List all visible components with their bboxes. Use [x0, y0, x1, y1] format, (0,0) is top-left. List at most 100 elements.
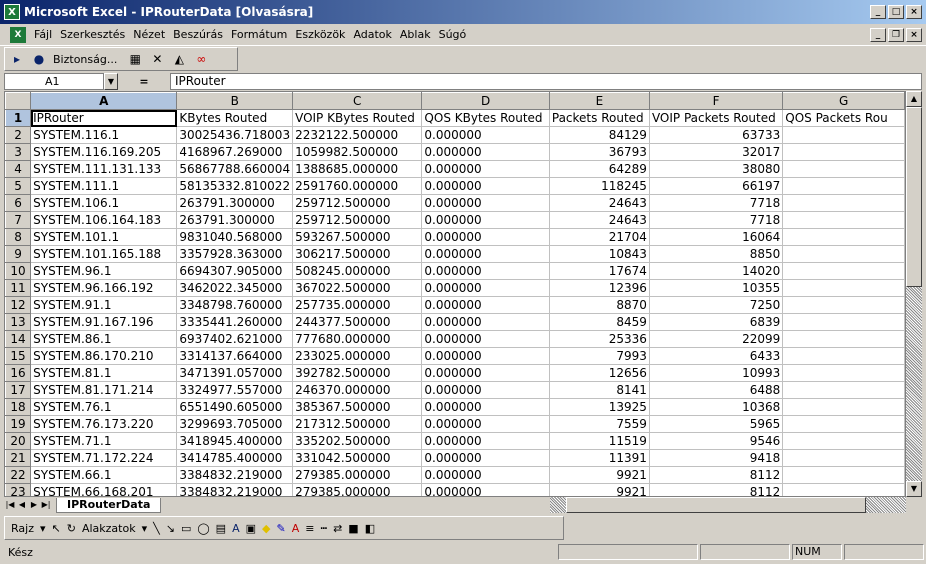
- cell[interactable]: SYSTEM.66.168.201: [30, 483, 178, 496]
- cell[interactable]: 263791.300000: [176, 194, 294, 212]
- cell[interactable]: 30025436.718003: [176, 126, 294, 144]
- vertical-scroll-track[interactable]: [906, 287, 922, 481]
- rotate-icon[interactable]: ↻: [67, 522, 76, 535]
- cell[interactable]: 22099: [648, 330, 784, 348]
- cell[interactable]: SYSTEM.71.172.224: [30, 449, 178, 467]
- cell[interactable]: SYSTEM.101.165.188: [30, 245, 178, 263]
- row-header[interactable]: 6: [5, 194, 32, 212]
- cell[interactable]: 13925: [548, 398, 650, 416]
- dash-style-icon[interactable]: ┅: [320, 522, 327, 535]
- fill-color-icon[interactable]: ◆: [262, 522, 270, 535]
- column-header-f[interactable]: F: [648, 92, 784, 110]
- cell[interactable]: 14020: [648, 262, 784, 280]
- cell[interactable]: 263791.300000: [176, 211, 294, 229]
- cell[interactable]: SYSTEM.86.1: [30, 330, 178, 348]
- cell[interactable]: 0.000000: [421, 466, 550, 484]
- line-color-icon[interactable]: ✎: [276, 522, 285, 535]
- 3d-icon[interactable]: ◧: [365, 522, 375, 535]
- cell[interactable]: SYSTEM.66.1: [30, 466, 178, 484]
- cell[interactable]: 3462022.345000: [176, 279, 294, 297]
- cell[interactable]: [782, 296, 905, 314]
- cell[interactable]: 118245: [548, 177, 650, 195]
- cell[interactable]: [782, 449, 905, 467]
- cell[interactable]: 392782.500000: [292, 364, 423, 382]
- cell[interactable]: 7250: [648, 296, 784, 314]
- cell[interactable]: SYSTEM.101.1: [30, 228, 178, 246]
- arrow-style-icon[interactable]: ⇄: [333, 522, 342, 535]
- row-header[interactable]: 14: [5, 330, 32, 348]
- doc-restore-button[interactable]: ❐: [888, 27, 904, 42]
- cell[interactable]: 7718: [648, 194, 784, 212]
- oval-icon[interactable]: ◯: [197, 522, 209, 535]
- cell[interactable]: Packets Routed: [548, 109, 650, 127]
- cell[interactable]: QOS Packets Rou: [782, 109, 905, 127]
- toolbar-arrow-icon[interactable]: ▸: [9, 51, 25, 67]
- cell[interactable]: 3299693.705000: [176, 415, 294, 433]
- properties-icon[interactable]: ▦: [127, 51, 143, 67]
- row-header[interactable]: 10: [5, 262, 32, 280]
- cell[interactable]: 6433: [648, 347, 784, 365]
- scroll-down-icon[interactable]: ▼: [906, 481, 922, 497]
- vertical-scrollbar[interactable]: ▲ ▼: [906, 91, 922, 497]
- row-header[interactable]: 8: [5, 228, 32, 246]
- cell[interactable]: 25336: [548, 330, 650, 348]
- cell[interactable]: 0.000000: [421, 126, 550, 144]
- menu-data[interactable]: Adatok: [349, 28, 395, 41]
- cell[interactable]: 0.000000: [421, 262, 550, 280]
- cell[interactable]: 259712.500000: [292, 211, 423, 229]
- horizontal-scroll-thumb[interactable]: [566, 497, 866, 513]
- menu-view[interactable]: Nézet: [129, 28, 169, 41]
- textbox-icon[interactable]: ▤: [216, 522, 226, 535]
- cell[interactable]: 0.000000: [421, 211, 550, 229]
- cell[interactable]: 0.000000: [421, 177, 550, 195]
- cell[interactable]: 3384832.219000: [176, 483, 294, 496]
- cell[interactable]: [782, 177, 905, 195]
- cell[interactable]: 335202.500000: [292, 432, 423, 450]
- cell[interactable]: 63733: [648, 126, 784, 144]
- cell[interactable]: 0.000000: [421, 483, 550, 496]
- cell[interactable]: 217312.500000: [292, 415, 423, 433]
- line-icon[interactable]: ╲: [153, 522, 160, 535]
- row-header[interactable]: 20: [5, 432, 32, 450]
- clipart-icon[interactable]: ▣: [246, 522, 256, 535]
- cell[interactable]: 7559: [548, 415, 650, 433]
- cell[interactable]: 259712.500000: [292, 194, 423, 212]
- cell[interactable]: [782, 347, 905, 365]
- cell[interactable]: 38080: [648, 160, 784, 178]
- cell[interactable]: SYSTEM.76.1: [30, 398, 178, 416]
- chart-icon[interactable]: ◭: [171, 51, 187, 67]
- wordart-icon[interactable]: A: [232, 522, 240, 535]
- cell[interactable]: 331042.500000: [292, 449, 423, 467]
- cell[interactable]: 11519: [548, 432, 650, 450]
- cell[interactable]: 6937402.621000: [176, 330, 294, 348]
- menu-help[interactable]: Súgó: [435, 28, 471, 41]
- row-header[interactable]: 7: [5, 211, 32, 229]
- cell[interactable]: 3348798.760000: [176, 296, 294, 314]
- cell[interactable]: [782, 466, 905, 484]
- cell[interactable]: 5965: [648, 415, 784, 433]
- cell[interactable]: 0.000000: [421, 279, 550, 297]
- cell[interactable]: 8850: [648, 245, 784, 263]
- cell[interactable]: 7993: [548, 347, 650, 365]
- row-header[interactable]: 16: [5, 364, 32, 382]
- cell[interactable]: 10355: [648, 279, 784, 297]
- cell[interactable]: [782, 262, 905, 280]
- cell[interactable]: 24643: [548, 211, 650, 229]
- cell[interactable]: 0.000000: [421, 398, 550, 416]
- menu-edit[interactable]: Szerkesztés: [56, 28, 129, 41]
- cell[interactable]: 16064: [648, 228, 784, 246]
- row-header[interactable]: 2: [5, 126, 32, 144]
- cell[interactable]: 0.000000: [421, 432, 550, 450]
- cell[interactable]: 66197: [648, 177, 784, 195]
- cell[interactable]: 3314137.664000: [176, 347, 294, 365]
- row-header[interactable]: 15: [5, 347, 32, 365]
- cell[interactable]: 21704: [548, 228, 650, 246]
- cell[interactable]: 4168967.269000: [176, 143, 294, 161]
- cell[interactable]: SYSTEM.71.1: [30, 432, 178, 450]
- chevron-down-icon[interactable]: ▼: [104, 72, 118, 90]
- cell[interactable]: 1388685.000000: [292, 160, 423, 178]
- cell[interactable]: [782, 160, 905, 178]
- next-sheet-icon[interactable]: ▶: [28, 498, 40, 512]
- cell[interactable]: 58135332.810022: [176, 177, 294, 195]
- cell[interactable]: 12656: [548, 364, 650, 382]
